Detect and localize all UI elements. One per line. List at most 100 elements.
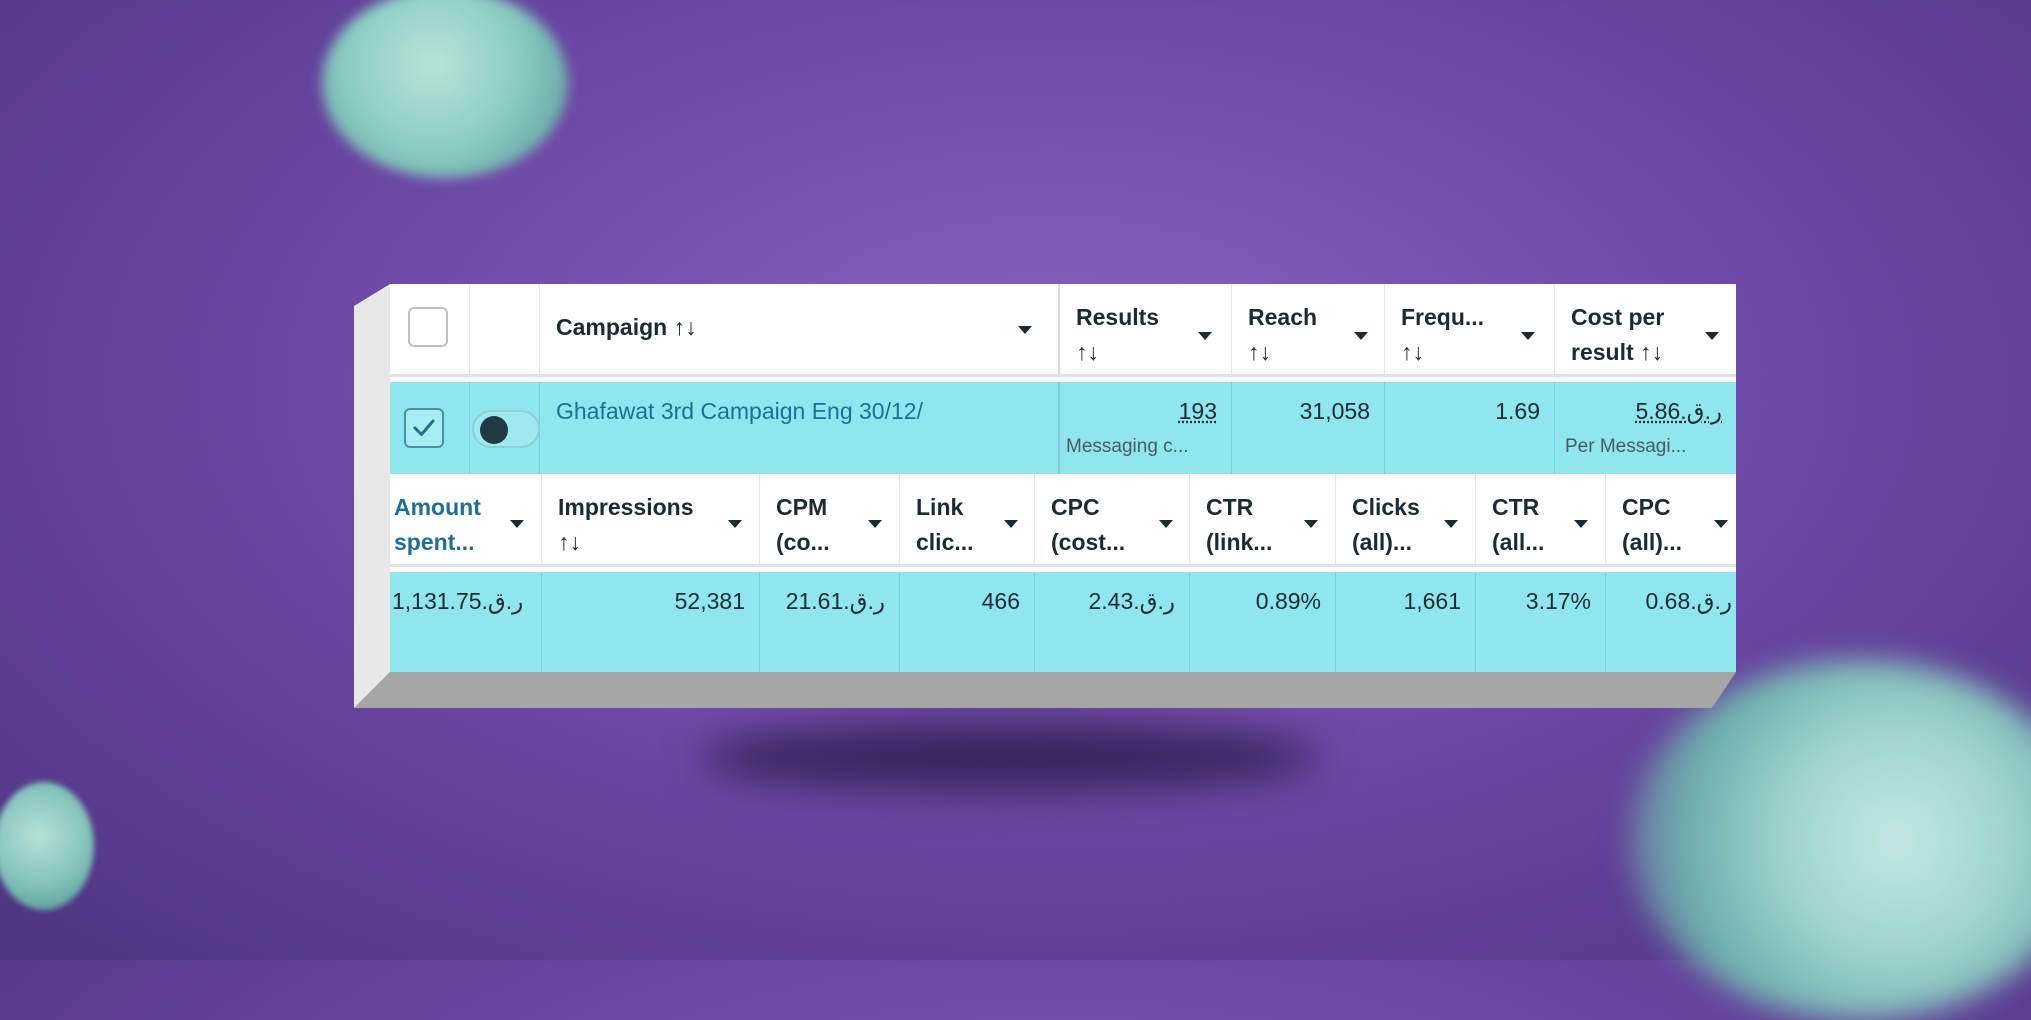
ctr-all-header-line2: (all... <box>1492 525 1544 560</box>
cost-header-line1: Cost per <box>1571 300 1664 335</box>
toggle-cell <box>470 382 540 474</box>
impressions-cell: 52,381 <box>542 572 760 672</box>
caret-down-icon[interactable] <box>1198 332 1212 340</box>
caret-down-icon[interactable] <box>1714 520 1728 528</box>
caret-down-icon[interactable] <box>1004 520 1018 528</box>
toggle-knob <box>480 416 508 444</box>
campaign-name-link[interactable]: Ghafawat 3rd Campaign Eng 30/12/ <box>556 398 923 425</box>
cost-per-result-column-header[interactable]: Cost per result ↑↓ <box>1555 284 1736 374</box>
link-clicks-column-header[interactable]: Link clic... <box>900 474 1035 564</box>
ctr-all-value: 3.17% <box>1526 588 1591 615</box>
row-checkbox[interactable] <box>404 408 444 448</box>
amount-header-line1: Amount <box>394 490 481 525</box>
cpc-header-line1: CPC <box>1051 490 1125 525</box>
impressions-header-label: Impressions ↑↓ <box>558 490 694 560</box>
frequency-header-label: Frequ... ↑↓ <box>1401 300 1484 370</box>
clicks-all-cell: 1,661 <box>1336 572 1476 672</box>
select-all-cell <box>390 284 470 374</box>
caret-down-icon[interactable] <box>1705 332 1719 340</box>
results-column-header[interactable]: Results ↑↓ <box>1060 284 1232 374</box>
sort-arrows-icon[interactable]: ↑↓ <box>1248 335 1317 370</box>
table-card: Campaign ↑↓ Results ↑↓ Reach ↑↓ Frequ...… <box>354 284 1736 708</box>
caret-down-icon[interactable] <box>1521 332 1535 340</box>
campaign-on-off-toggle[interactable] <box>472 410 540 448</box>
check-icon <box>406 410 442 446</box>
cost-header-line2: result ↑↓ <box>1571 335 1664 370</box>
cpc-column-header[interactable]: CPC (cost... <box>1035 474 1190 564</box>
reach-header-label: Reach ↑↓ <box>1248 300 1317 370</box>
reach-cell: 31,058 <box>1232 382 1385 474</box>
link-header-line1: Link <box>916 490 974 525</box>
cost-per-result-cell: ر.ق.5.86 Per Messagi... <box>1555 382 1736 474</box>
reach-value: 31,058 <box>1300 398 1370 425</box>
ctr-link-value: 0.89% <box>1256 588 1321 615</box>
link-clicks-value: 466 <box>982 588 1020 615</box>
cpc-all-header-line1: CPC <box>1622 490 1682 525</box>
impressions-value: 52,381 <box>675 588 745 615</box>
ctr-all-cell: 3.17% <box>1476 572 1606 672</box>
results-value[interactable]: 193 <box>1179 398 1217 425</box>
frequency-column-header[interactable]: Frequ... ↑↓ <box>1385 284 1555 374</box>
clicks-all-column-header[interactable]: Clicks (all)... <box>1336 474 1476 564</box>
ctr-all-column-header[interactable]: CTR (all... <box>1476 474 1606 564</box>
caret-down-icon[interactable] <box>1574 520 1588 528</box>
caret-down-icon[interactable] <box>1159 520 1173 528</box>
cpc-cell: ر.ق.2.43 <box>1035 572 1190 672</box>
results-header-label: Results ↑↓ <box>1076 300 1159 370</box>
clicks-all-value: 1,661 <box>1403 588 1461 615</box>
decorative-orb-left <box>0 782 94 910</box>
impressions-column-header[interactable]: Impressions ↑↓ <box>542 474 760 564</box>
cpc-all-column-header[interactable]: CPC (all)... <box>1606 474 1736 564</box>
clicks-all-header-label: Clicks (all)... <box>1352 490 1420 560</box>
cpc-all-header-label: CPC (all)... <box>1622 490 1682 560</box>
caret-down-icon[interactable] <box>728 520 742 528</box>
amount-header-line2: spent... <box>394 525 481 560</box>
sort-arrows-icon[interactable]: ↑↓ <box>1401 335 1484 370</box>
campaign-header-label: Campaign ↑↓ <box>556 310 697 345</box>
select-all-checkbox[interactable] <box>408 307 448 347</box>
caret-down-icon[interactable] <box>1018 326 1032 334</box>
ctr-all-header-line1: CTR <box>1492 490 1544 525</box>
caret-down-icon[interactable] <box>868 520 882 528</box>
amount-spent-cell: 1,131.75.ر.ق <box>390 572 542 672</box>
cpm-header-line1: CPM <box>776 490 830 525</box>
sort-arrows-icon[interactable]: ↑↓ <box>558 525 694 560</box>
caret-down-icon[interactable] <box>1304 520 1318 528</box>
ads-manager-table: Campaign ↑↓ Results ↑↓ Reach ↑↓ Frequ...… <box>390 284 1736 672</box>
clicks-header-line2: (all)... <box>1352 525 1420 560</box>
cpc-all-cell: ر.ق.0.68 <box>1606 572 1736 672</box>
decorative-orb-right <box>1630 660 2031 1020</box>
link-clicks-header-label: Link clic... <box>916 490 974 560</box>
toggle-header-cell <box>470 284 540 374</box>
reach-column-header[interactable]: Reach ↑↓ <box>1232 284 1385 374</box>
metrics-header-divider <box>390 564 1736 567</box>
decorative-orb-top <box>322 0 568 178</box>
amount-spent-value: 1,131.75.ر.ق <box>392 588 523 615</box>
caret-down-icon[interactable] <box>510 520 524 528</box>
amount-spent-header-label: Amount spent... <box>394 490 481 560</box>
results-subtext: Messaging c... <box>1066 436 1189 458</box>
cost-header-label: Cost per result ↑↓ <box>1571 300 1664 370</box>
cost-per-result-subtext: Per Messagi... <box>1565 436 1686 458</box>
ctr-header-line2: (link... <box>1206 525 1272 560</box>
campaign-column-header[interactable]: Campaign ↑↓ <box>540 284 1060 374</box>
frequency-cell: 1.69 <box>1385 382 1555 474</box>
link-header-line2: clic... <box>916 525 974 560</box>
cpc-value: ر.ق.2.43 <box>1089 588 1176 615</box>
frequency-header-line1: Frequ... <box>1401 300 1484 335</box>
cpm-header-line2: (co... <box>776 525 830 560</box>
campaign-name-cell: Ghafawat 3rd Campaign Eng 30/12/ <box>540 382 1060 474</box>
ctr-link-header-label: CTR (link... <box>1206 490 1272 560</box>
sort-arrows-icon[interactable]: ↑↓ <box>1076 335 1159 370</box>
cpm-column-header[interactable]: CPM (co... <box>760 474 900 564</box>
cost-per-result-value[interactable]: ر.ق.5.86 <box>1636 398 1723 425</box>
ctr-all-header-label: CTR (all... <box>1492 490 1544 560</box>
ctr-link-column-header[interactable]: CTR (link... <box>1190 474 1336 564</box>
amount-spent-column-header[interactable]: Amount spent... <box>390 474 542 564</box>
caret-down-icon[interactable] <box>1444 520 1458 528</box>
cpm-header-label: CPM (co... <box>776 490 830 560</box>
floor-shadow <box>700 722 1320 792</box>
caret-down-icon[interactable] <box>1354 332 1368 340</box>
card-bottom-edge <box>354 672 1736 708</box>
ctr-link-cell: 0.89% <box>1190 572 1336 672</box>
